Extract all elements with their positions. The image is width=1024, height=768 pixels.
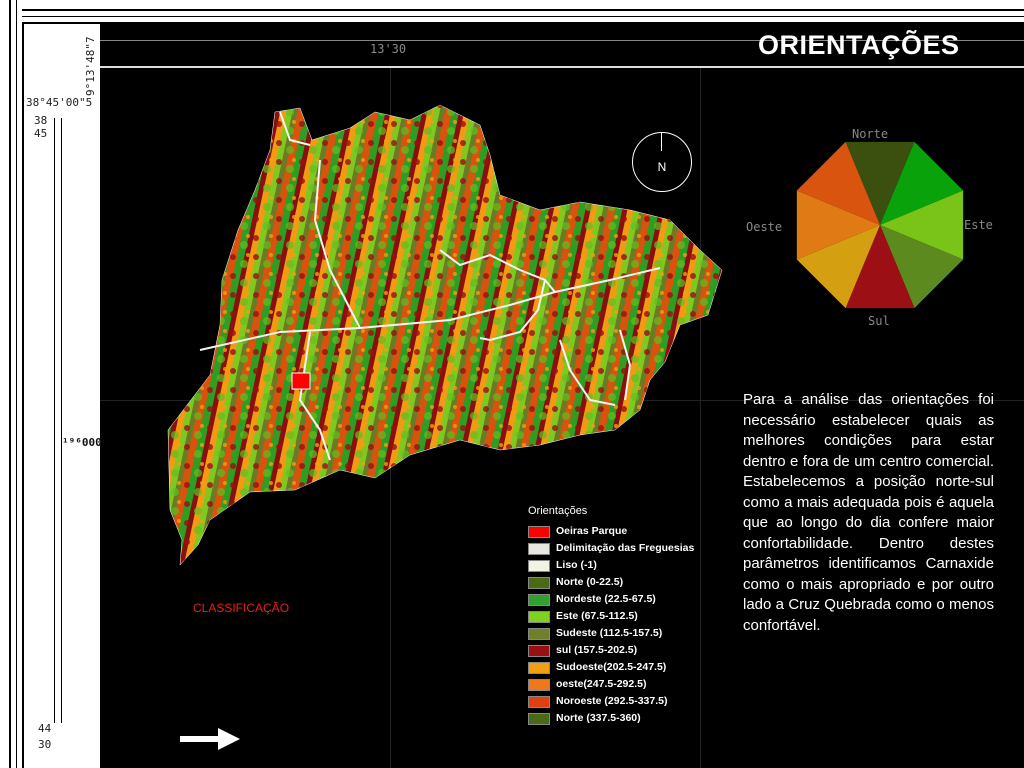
legend-label: Norte (0-22.5) (556, 576, 624, 588)
legend-label: Delimitação das Freguesias (556, 542, 695, 554)
rose-label-west: Oeste (746, 220, 782, 234)
legend-item: sul (157.5-202.5) (528, 643, 728, 660)
legend-title: Orientações (528, 505, 588, 517)
north-arrow: N (632, 132, 692, 192)
legend-item: Sudoeste(202.5-247.5) (528, 660, 728, 677)
latitude-minute-44: 44 (38, 722, 52, 735)
legend-swatch (528, 713, 550, 725)
rose-label-east: Este (964, 218, 993, 232)
legend-label: Liso (-1) (556, 559, 597, 571)
legend-label: Este (67.5-112.5) (556, 610, 638, 622)
legend-item: Norte (337.5-360) (528, 711, 728, 728)
coordinate-ruler-bar (54, 118, 62, 723)
legend-item: Nordeste (22.5-67.5) (528, 592, 728, 609)
legend-item: Oeiras Parque (528, 524, 728, 541)
legend-item: Delimitação das Freguesias (528, 541, 728, 558)
north-label: N (657, 160, 667, 174)
legend-swatch (528, 696, 550, 708)
legend-item: oeste(247.5-292.5) (528, 677, 728, 694)
oeiras-parque-marker (291, 372, 311, 390)
legend-item: Sudeste (112.5-157.5) (528, 626, 728, 643)
legend-swatch (528, 526, 550, 538)
legend-swatch (528, 628, 550, 640)
map-frame-top (0, 0, 1024, 22)
analysis-paragraph: Para a análise das orientações foi neces… (743, 391, 994, 634)
legend-label: Oeiras Parque (556, 525, 628, 537)
legend-label: oeste(247.5-292.5) (556, 678, 647, 690)
legend-swatch (528, 560, 550, 572)
map-legend: Orientações Oeiras Parque Delimitação das… (528, 505, 728, 728)
legend-label: Sudeste (112.5-157.5) (556, 627, 663, 639)
latitude-label-top: 38°45'00"5 (26, 96, 93, 109)
latitude-minute-38: 38 (34, 114, 48, 127)
longitude-label-top: 13'30 (370, 42, 407, 56)
longitude-label-left: 9°13'48"7 (84, 36, 97, 96)
latitude-minute-45: 45 (34, 127, 48, 140)
orientation-rose: Norte Este Sul Oeste (746, 127, 993, 328)
rose-label-north: Norte (852, 127, 888, 141)
legend-item: Norte (0-22.5) (528, 575, 728, 592)
legend-swatch (528, 679, 550, 691)
legend-label: sul (157.5-202.5) (556, 644, 638, 656)
classification-label: CLASSIFICAÇÃO (193, 601, 290, 615)
page-title: ORIENTAÇÕES (758, 30, 960, 60)
legend-swatch (528, 611, 550, 623)
legend-label: Nordeste (22.5-67.5) (556, 593, 656, 605)
latitude-minute-30: 30 (38, 738, 52, 751)
legend-swatch (528, 662, 550, 674)
legend-swatch (528, 594, 550, 606)
legend-item: Noroeste (292.5-337.5) (528, 694, 728, 711)
legend-swatch (528, 577, 550, 589)
right-arrow-icon (180, 728, 240, 750)
map-frame-left (0, 0, 22, 768)
grid-coordinate-mid: ¹⁹⁶000 (62, 436, 102, 449)
title-underline (100, 66, 1024, 68)
legend-label: Noroeste (292.5-337.5) (556, 695, 668, 707)
rose-label-south: Sul (868, 314, 890, 328)
legend-label: Norte (337.5-360) (556, 712, 641, 724)
legend-item: Liso (-1) (528, 558, 728, 575)
legend-swatch (528, 645, 550, 657)
legend-swatch (528, 543, 550, 555)
legend-item: Este (67.5-112.5) (528, 609, 728, 626)
legend-label: Sudoeste(202.5-247.5) (556, 661, 667, 673)
